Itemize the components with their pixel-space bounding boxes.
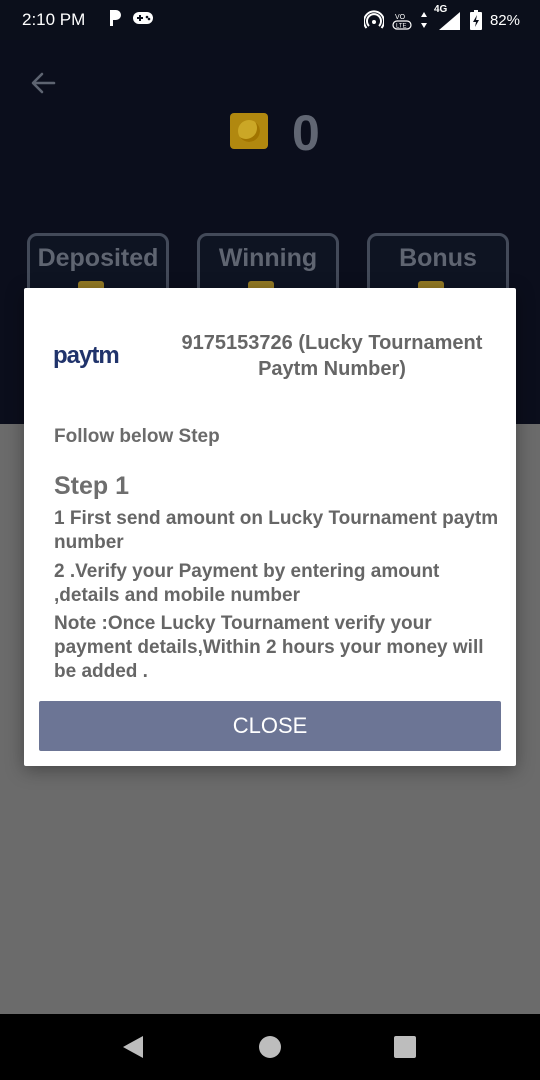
svg-text:VO: VO [395, 14, 406, 21]
back-triangle-icon[interactable] [121, 1034, 145, 1060]
payment-instructions-dialog: paytm 9175153726 (Lucky Tournament Paytm… [24, 288, 516, 766]
home-circle-icon[interactable] [259, 1036, 281, 1058]
status-bar: 2:10 PM VO LTE 4G 82% [0, 0, 540, 40]
close-button[interactable]: CLOSE [39, 701, 501, 751]
parking-p-icon [110, 10, 121, 26]
svg-text:LTE: LTE [396, 24, 407, 30]
paytm-logo: paytm [53, 342, 120, 368]
follow-steps-label: Follow below Step [54, 426, 220, 447]
gamepad-icon [133, 12, 153, 24]
signal-icon [438, 12, 460, 30]
battery-percent: 82% [489, 11, 520, 29]
recents-square-icon[interactable] [394, 1036, 416, 1058]
step-line-2: 2 .Verify your Payment by entering amoun… [54, 561, 440, 606]
volte-icon: VO LTE [392, 14, 412, 30]
status-left-icons [108, 9, 154, 27]
step-note: Note :Once Lucky Tournament verify your … [54, 613, 484, 682]
status-right: VO LTE 4G 82% [363, 4, 520, 30]
step-line-1: 1 First send amount on Lucky Tournament … [54, 508, 499, 553]
paytm-logo-text: paytm [53, 342, 119, 368]
step-title: Step 1 [54, 472, 130, 500]
data-arrows-icon [420, 12, 427, 28]
hotspot-icon [363, 10, 384, 29]
paytm-number: 9175153726 (Lucky Tournament Paytm Numbe… [181, 332, 483, 380]
status-time: 2:10 PM [22, 10, 86, 29]
battery-charging-icon [469, 10, 482, 30]
